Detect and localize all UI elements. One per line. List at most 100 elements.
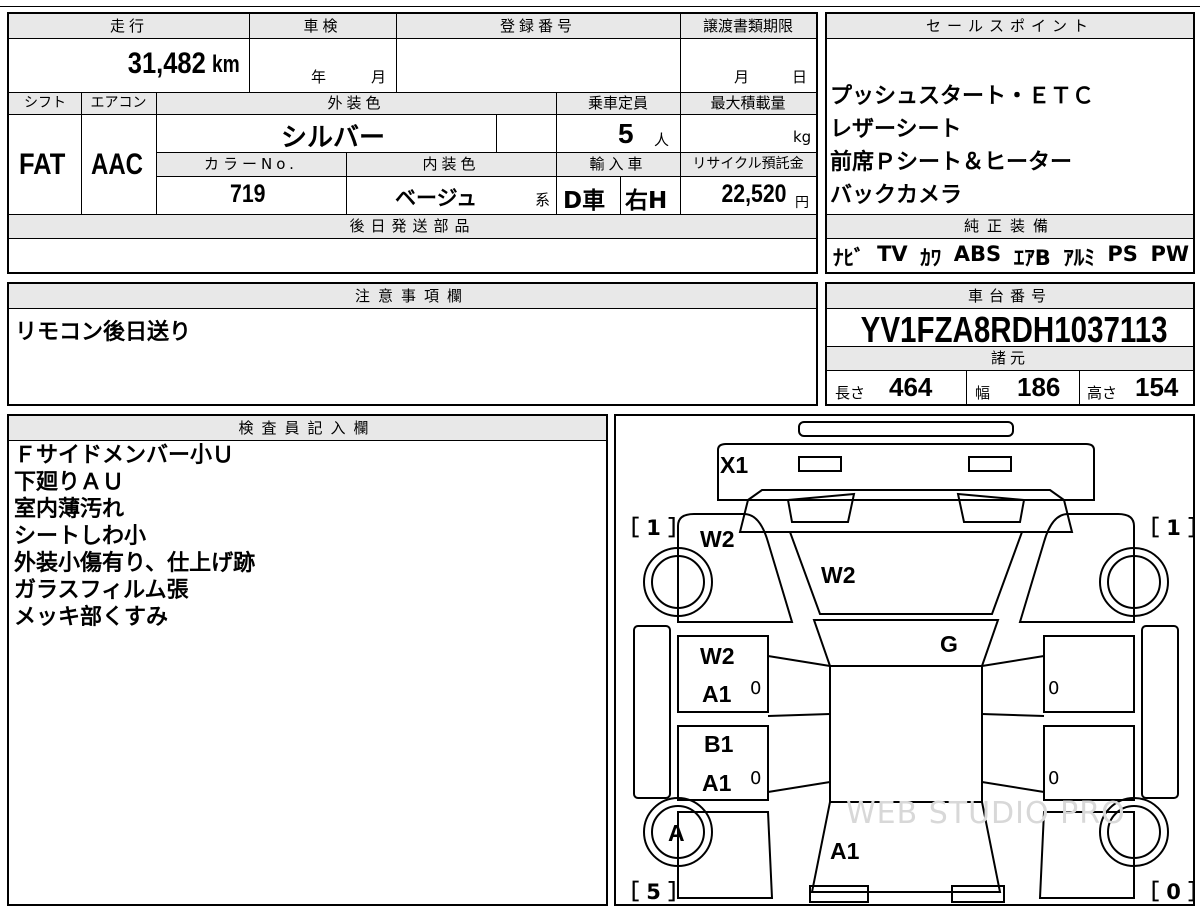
interior-color-suffix: 系 — [535, 191, 551, 209]
equipment-item: PW — [1150, 242, 1189, 266]
sales-points-panel: セールスポイント プッシュスタート・ＥＴＣ レザーシート 前席Ｐシート＆ヒーター… — [825, 12, 1195, 274]
transfer-deadline-header: 譲渡書類期限 — [702, 17, 793, 35]
hood-vent-left — [786, 492, 856, 523]
inspector-line: メッキ部くすみ — [14, 605, 169, 630]
sales-point-item: レザーシート — [830, 117, 962, 142]
max-load-header: 最大積載量 — [710, 94, 786, 112]
equipment-item: ﾅﾋﾞ — [833, 246, 865, 270]
genuine-equipment-header: 純正装備 — [963, 217, 1056, 235]
zero-rear-right: 0 — [1048, 768, 1060, 789]
pillars — [767, 655, 1045, 793]
inspector-lines: Ｆサイドメンバー小Ｕ 下廻りＡＵ 室内薄汚れ シートしわ小 外装小傷有り、仕上げ… — [14, 442, 255, 631]
shift-value: FAT — [19, 148, 66, 181]
mileage-header: 走行 — [109, 17, 148, 35]
notes-text: リモコン後日送り — [15, 320, 192, 345]
zero-rear-left: 0 — [750, 768, 762, 789]
sales-points-header: セールスポイント — [925, 17, 1094, 35]
corner-rear-left: ［ 5 ］ — [618, 880, 690, 904]
transfer-day-label: 日 — [792, 68, 808, 86]
transfer-month-label: 月 — [734, 68, 750, 86]
equipment-item: TV — [877, 242, 908, 266]
interior-color-value: ベージュ — [395, 186, 478, 210]
left-side-step — [633, 625, 671, 799]
height-label: 高さ — [1087, 384, 1118, 402]
inspector-line: Ｆサイドメンバー小Ｕ — [14, 443, 235, 468]
inspection-year-label: 年 — [311, 68, 327, 86]
inspection-month-label: 月 — [371, 68, 387, 86]
color-no-value: 719 — [230, 180, 266, 208]
inspector-panel: 検査員記入欄 Ｆサイドメンバー小Ｕ 下廻りＡＵ 室内薄汚れ シートしわ小 外装小… — [7, 414, 608, 906]
mark-rear-wheel: A — [668, 820, 685, 846]
steering-position: 右H — [625, 188, 668, 214]
corner-front-left: ［ 1 ］ — [618, 516, 690, 540]
registration-header: 登録番号 — [499, 17, 576, 35]
inspector-line: 下廻りＡＵ — [14, 470, 125, 495]
equipment-item: ｶﾜ — [920, 246, 942, 270]
roof — [829, 665, 983, 803]
inspector-line: 室内薄汚れ — [14, 497, 125, 522]
chassis-number-text: YV1FZA8RDH1037113 — [860, 309, 1168, 350]
recycle-header: リサイクル預託金 — [692, 156, 804, 172]
mark-front-bumper: X1 — [720, 452, 749, 478]
top-edge-line — [0, 6, 1200, 7]
recycle-unit: 円 — [795, 195, 809, 211]
inspection-header: 車検 — [303, 17, 342, 35]
width-label: 幅 — [975, 384, 991, 402]
right-front-fender — [1018, 513, 1135, 623]
mark-windshield: W2 — [821, 562, 856, 588]
exterior-color-value: シルバー — [281, 123, 386, 153]
chassis-header: 車台番号 — [967, 287, 1052, 305]
vehicle-info-table: 走行 車検 登録番号 譲渡書類期限 シフト エアコン 外装色 乗車定員 最大積載… — [7, 12, 818, 274]
inspector-line: 外装小傷有り、仕上げ跡 — [14, 551, 256, 576]
mark-rear-door-left-2: A1 — [702, 770, 732, 796]
exterior-color-header: 外装色 — [327, 94, 385, 112]
shift-header: シフト — [24, 95, 66, 111]
headlight-left — [798, 456, 842, 472]
notes-header: 注意事項欄 — [354, 287, 470, 305]
import-header: 輸入車 — [589, 155, 647, 173]
import-type: D車 — [563, 188, 606, 214]
corner-rear-right: ［ 0 ］ — [1138, 880, 1200, 904]
notes-panel: 注意事項欄 リモコン後日送り — [7, 282, 818, 406]
right-side-step — [1141, 625, 1179, 799]
height-value: 154 — [1135, 372, 1179, 402]
zero-front-right: 0 — [1048, 678, 1060, 699]
zero-front-left: 0 — [750, 678, 762, 699]
mark-roof: G — [940, 631, 958, 657]
length-value: 464 — [889, 372, 933, 402]
later-parts-header: 後日発送部品 — [349, 217, 476, 235]
roof-front — [812, 619, 1000, 667]
front-bumper — [717, 443, 1095, 501]
sales-point-item: バックカメラ — [830, 183, 963, 208]
chassis-panel: 車台番号 YV1FZA8RDH1037113 諸元 長さ 464 幅 186 高… — [825, 282, 1195, 406]
chassis-number: YV1FZA8RDH1037113 — [827, 309, 1193, 351]
equipment-item: ｴｱB — [1013, 246, 1051, 270]
car-diagram-panel: X1 W2 W2 W2 A1 B1 A1 G A A1 0 0 0 0 ［ 1 … — [614, 414, 1200, 906]
inspector-header: 検査員記入欄 — [238, 419, 377, 437]
aircon-value: AAC — [91, 148, 143, 181]
mileage-value: 31,482 — [127, 47, 206, 80]
mark-front-door-left: W2 — [700, 643, 735, 669]
left-front-fender — [677, 513, 794, 623]
genuine-equipment-list: ﾅﾋﾞ TV ｶﾜ ABS ｴｱB ｱﾙﾐ PS PW — [833, 242, 1189, 272]
corner-front-right: ［ 1 ］ — [1138, 516, 1200, 540]
recycle-value: 22,520 — [721, 180, 786, 208]
length-label: 長さ — [835, 384, 866, 402]
sales-point-item: 前席Ｐシート＆ヒーター — [830, 150, 1073, 175]
right-front-door — [1043, 635, 1135, 713]
width-value: 186 — [1017, 372, 1061, 402]
color-no-header: カラーNo. — [204, 155, 298, 173]
capacity-header: 乗車定員 — [587, 94, 648, 112]
mark-front-door-left-2: A1 — [702, 681, 732, 707]
mark-hood-side: W2 — [700, 526, 735, 552]
spec-header: 諸元 — [990, 349, 1029, 367]
equipment-item: ｱﾙﾐ — [1063, 246, 1095, 270]
watermark: WEB STUDIO PRO — [846, 796, 1126, 831]
equipment-item: PS — [1107, 242, 1138, 266]
capacity-unit: 人 — [654, 131, 670, 149]
headlight-right — [968, 456, 1012, 472]
sales-points-list: プッシュスタート・ＥＴＣ レザーシート 前席Ｐシート＆ヒーター バックカメラ — [830, 80, 1094, 212]
sales-point-item: プッシュスタート・ＥＴＣ — [830, 84, 1095, 109]
equipment-item: ABS — [953, 242, 1002, 266]
inspector-line: シートしわ小 — [14, 524, 147, 549]
